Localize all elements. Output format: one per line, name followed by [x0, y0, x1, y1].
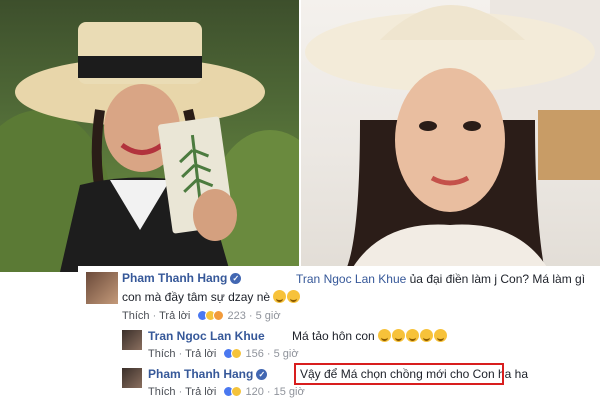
comment-text: con mà đầy tâm sự dzay nè	[122, 289, 592, 306]
comment-author[interactable]: Pham Thanh Hang ✓	[148, 367, 268, 381]
woman-with-book-illustration	[0, 22, 300, 272]
photo-right	[300, 0, 600, 272]
comment-actions: Thích · Trả lời 156 · 5 giờ	[148, 348, 299, 360]
haha-reaction-icon	[231, 386, 243, 397]
comment-author[interactable]: Pham Thanh Hang ✓	[122, 271, 242, 285]
comment-text: Má tảo hôn con	[292, 328, 592, 345]
like-button[interactable]: Thích	[148, 348, 176, 360]
comment-author[interactable]: Tran Ngoc Lan Khue	[148, 329, 265, 343]
photo-divider	[299, 0, 301, 272]
comment-time[interactable]: 5 giờ	[274, 348, 299, 360]
laughing-emoji-icon	[434, 329, 448, 342]
thinking-emoji-icon	[287, 290, 301, 303]
comment-text: Tran Ngoc Lan Khue ủa đại điền làm j Con…	[296, 272, 586, 286]
laughing-emoji-icon	[406, 329, 420, 342]
reply-button[interactable]: Trả lời	[185, 348, 216, 360]
woman-selfie-illustration	[305, 0, 600, 272]
reaction-count[interactable]: 223	[227, 310, 245, 322]
avatar[interactable]	[86, 272, 118, 304]
comment-thread: Pham Thanh Hang ✓ Tran Ngoc Lan Khue ủa đ…	[78, 266, 600, 400]
comment-actions: Thích · Trả lời 120 · 15 giờ	[148, 386, 305, 398]
haha-reaction-icon	[231, 348, 243, 359]
thinking-emoji-icon	[273, 290, 287, 303]
reply-button[interactable]: Trả lời	[159, 310, 190, 322]
mention-link[interactable]: Tran Ngoc Lan Khue	[296, 272, 406, 286]
laughing-emoji-icon	[378, 329, 392, 342]
reaction-count[interactable]: 156	[245, 348, 263, 360]
laughing-emoji-icon	[420, 329, 434, 342]
comment-time[interactable]: 5 giờ	[256, 310, 281, 322]
reply-button[interactable]: Trả lời	[185, 386, 216, 398]
avatar[interactable]	[122, 330, 142, 350]
verified-badge-icon: ✓	[230, 273, 242, 284]
highlight-box	[294, 363, 504, 385]
avatar[interactable]	[122, 368, 142, 388]
photo-left	[0, 0, 300, 272]
like-button[interactable]: Thích	[148, 386, 176, 398]
comment-item: Pham Thanh Hang ✓ Tran Ngoc Lan Khue ủa đ…	[78, 266, 600, 322]
comment-time[interactable]: 15 giờ	[274, 386, 305, 398]
laughing-emoji-icon	[392, 329, 406, 342]
reaction-count[interactable]: 120	[245, 386, 263, 398]
like-button[interactable]: Thích	[122, 310, 150, 322]
verified-badge-icon: ✓	[256, 369, 268, 380]
reply-item: Pham Thanh Hang ✓ Vậy để Má chọn chồng mớ…	[118, 363, 600, 400]
reply-item: Tran Ngoc Lan Khue Má tảo hôn con Thích …	[118, 326, 600, 362]
wow-reaction-icon	[213, 310, 225, 321]
comment-actions: Thích · Trả lời 223 · 5 giờ	[122, 310, 281, 322]
